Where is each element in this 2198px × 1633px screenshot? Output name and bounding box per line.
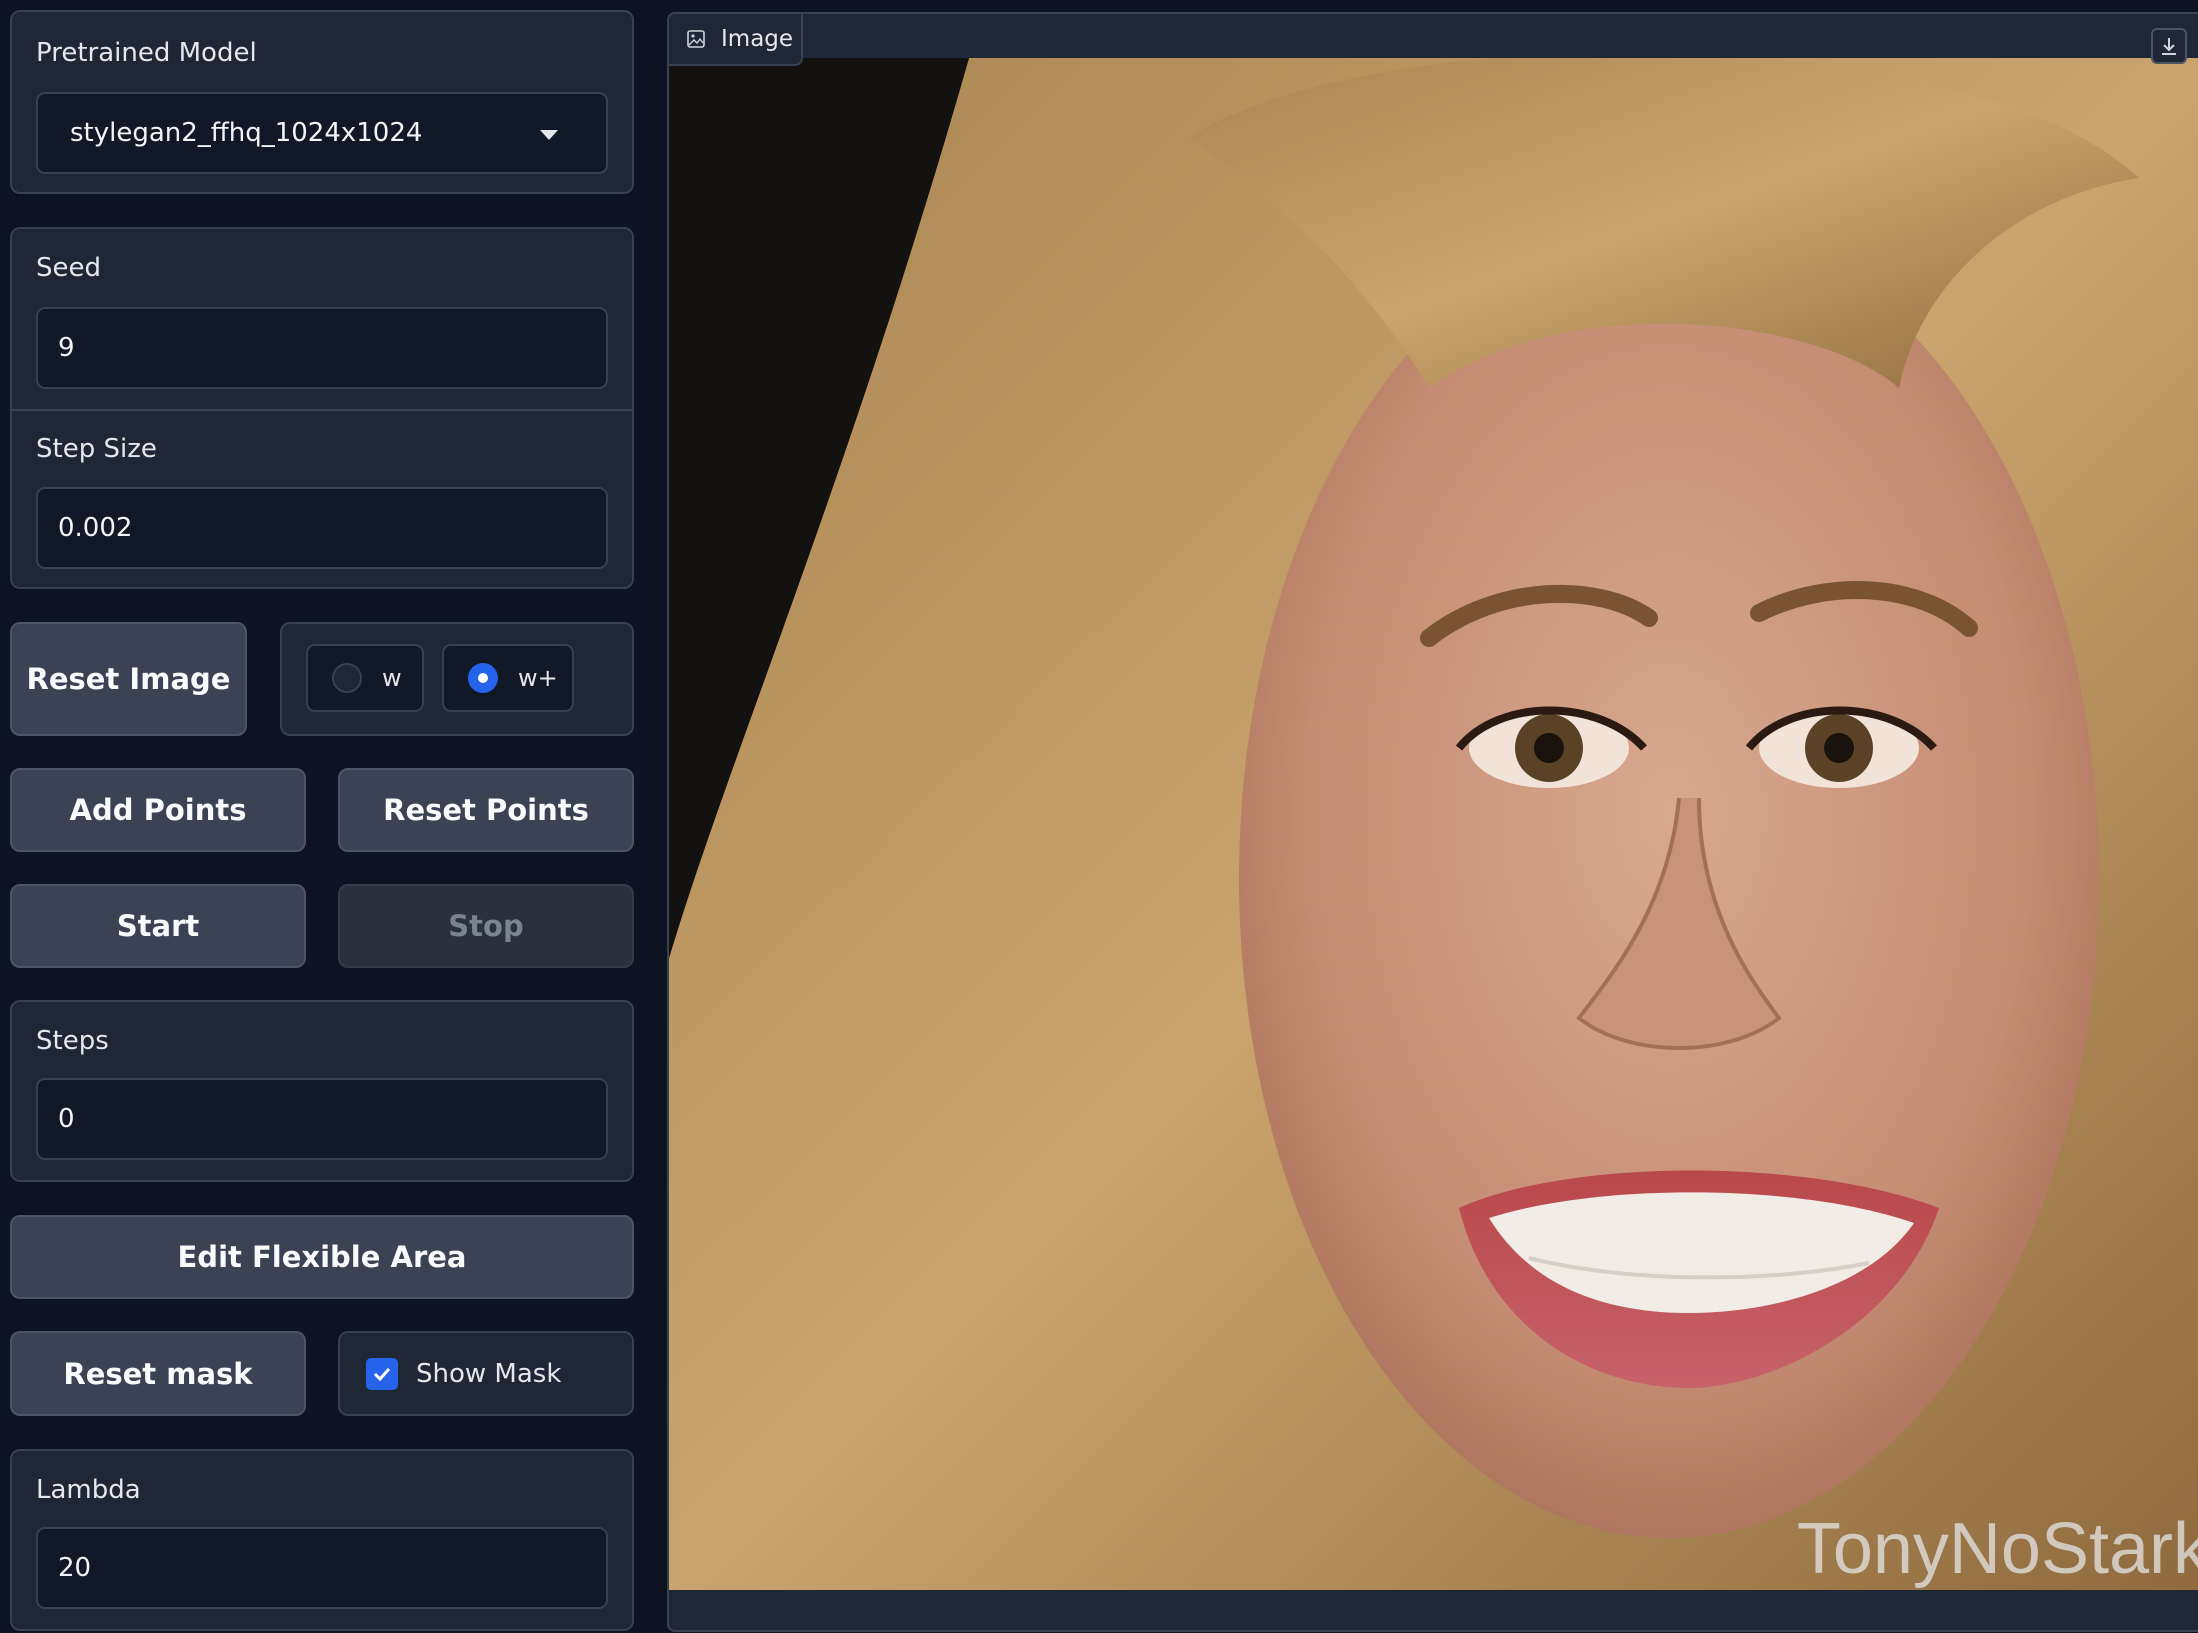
check-icon — [373, 1367, 391, 1381]
reset-image-button[interactable]: Reset Image — [10, 622, 247, 736]
radio-w-indicator[interactable] — [332, 663, 362, 693]
reset-points-button[interactable]: Reset Points — [338, 768, 634, 852]
lambda-value: 20 — [58, 1553, 92, 1583]
stop-button[interactable]: Stop — [338, 884, 634, 968]
latent-space-radio-group: w w+ — [280, 622, 634, 736]
show-mask-checkbox-container[interactable]: Show Mask — [338, 1331, 634, 1416]
model-value: stylegan2_ffhq_1024x1024 — [70, 118, 423, 148]
step-size-label: Step Size — [36, 434, 157, 464]
image-tab: Image — [669, 14, 803, 66]
lambda-input[interactable]: 20 — [36, 1527, 608, 1609]
seed-stepsize-panel: Seed 9 Step Size 0.002 — [10, 227, 634, 589]
steps-input[interactable]: 0 — [36, 1078, 608, 1160]
caret-down-icon — [540, 130, 558, 140]
add-points-button[interactable]: Add Points — [10, 768, 306, 852]
lambda-panel: Lambda 20 — [10, 1449, 634, 1631]
model-panel: Pretrained Model stylegan2_ffhq_1024x102… — [10, 10, 634, 194]
panel-divider — [12, 409, 632, 411]
download-button[interactable] — [2151, 28, 2187, 64]
step-size-input[interactable]: 0.002 — [36, 487, 608, 569]
seed-input[interactable]: 9 — [36, 307, 608, 389]
start-button[interactable]: Start — [10, 884, 306, 968]
steps-value: 0 — [58, 1104, 75, 1134]
generated-image[interactable]: TonyNoStark — [669, 58, 2198, 1590]
model-dropdown[interactable]: stylegan2_ffhq_1024x1024 — [36, 92, 608, 174]
radio-wplus-label: w+ — [518, 664, 558, 692]
show-mask-checkbox[interactable] — [366, 1357, 398, 1390]
steps-label: Steps — [36, 1026, 109, 1056]
image-icon — [687, 30, 705, 48]
image-panel: Image TonyNoStark — [667, 12, 2198, 1632]
seed-value: 9 — [58, 333, 75, 363]
image-tab-label: Image — [721, 26, 794, 52]
radio-wplus-indicator[interactable] — [468, 663, 498, 693]
radio-w-label: w — [382, 664, 402, 692]
model-label: Pretrained Model — [36, 38, 257, 68]
lambda-label: Lambda — [36, 1475, 141, 1505]
portrait-illustration — [669, 58, 2198, 1590]
radio-option-wplus[interactable]: w+ — [442, 644, 574, 712]
download-icon — [2162, 38, 2176, 55]
seed-label: Seed — [36, 253, 101, 283]
radio-option-w[interactable]: w — [306, 644, 424, 712]
reset-mask-button[interactable]: Reset mask — [10, 1331, 306, 1416]
steps-panel: Steps 0 — [10, 1000, 634, 1182]
edit-flexible-area-button[interactable]: Edit Flexible Area — [10, 1215, 634, 1299]
watermark-text: TonyNoStark — [1796, 1509, 2198, 1589]
step-size-value: 0.002 — [58, 513, 133, 543]
show-mask-label: Show Mask — [416, 1358, 562, 1389]
